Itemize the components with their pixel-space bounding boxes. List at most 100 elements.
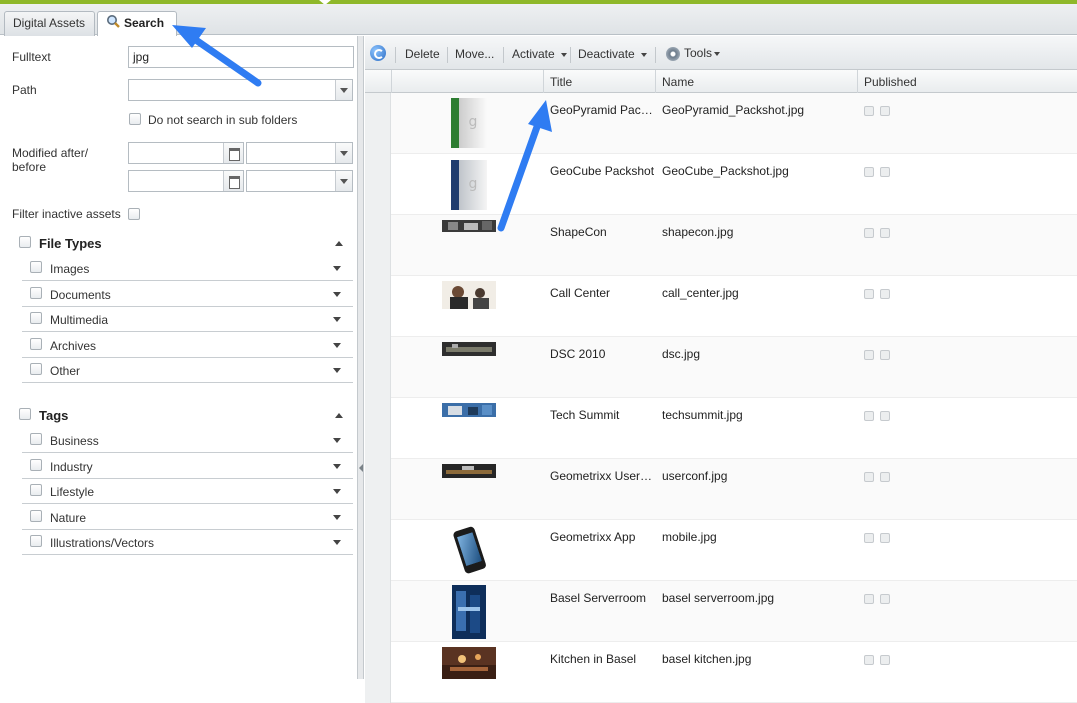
facet-checkbox[interactable]	[30, 312, 42, 324]
tools-button[interactable]: Tools	[666, 46, 721, 61]
row-handle	[365, 215, 391, 276]
modified-after-date-field[interactable]	[128, 142, 244, 164]
facet-lifestyle[interactable]: Lifestyle	[22, 479, 353, 504]
photo-thumbnail	[452, 585, 486, 642]
published-checkbox	[880, 167, 890, 177]
calendar-icon[interactable]	[223, 171, 243, 191]
table-row[interactable]: g GeoPyramid Pack… GeoPyramid_Packshot.j…	[365, 93, 1077, 154]
delete-button[interactable]: Delete	[405, 47, 440, 61]
collapse-icon[interactable]	[335, 413, 343, 418]
collapse-left-icon[interactable]	[359, 464, 363, 472]
expand-icon[interactable]	[333, 292, 341, 297]
facet-checkbox[interactable]	[30, 535, 42, 547]
facet-checkbox[interactable]	[30, 510, 42, 522]
facet-other[interactable]: Other	[22, 358, 353, 383]
facet-checkbox[interactable]	[30, 287, 42, 299]
expand-icon[interactable]	[333, 489, 341, 494]
table-row[interactable]: Geometrixx User … userconf.jpg	[365, 459, 1077, 520]
published-checkbox	[880, 411, 890, 421]
expand-icon[interactable]	[333, 438, 341, 443]
expand-icon[interactable]	[333, 368, 341, 373]
facet-checkbox[interactable]	[30, 261, 42, 273]
expand-icon[interactable]	[333, 266, 341, 271]
inactive-checkbox[interactable]	[128, 208, 140, 220]
tab-search[interactable]: Search	[97, 11, 177, 37]
facet-documents[interactable]: Documents	[22, 282, 353, 307]
published-checkbox	[864, 106, 874, 116]
column-header-title[interactable]: Title	[550, 75, 572, 89]
fulltext-label: Fulltext	[12, 50, 51, 64]
table-row[interactable]: Call Center call_center.jpg	[365, 276, 1077, 337]
modified-before-time-field[interactable]	[246, 170, 353, 192]
published-checkbox	[880, 594, 890, 604]
path-combo[interactable]	[128, 79, 353, 101]
file-types-title: File Types	[39, 236, 102, 251]
expand-icon[interactable]	[333, 343, 341, 348]
expand-icon[interactable]	[333, 515, 341, 520]
table-row[interactable]: Geometrixx App mobile.jpg	[365, 520, 1077, 581]
tab-digital-assets[interactable]: Digital Assets	[4, 11, 95, 36]
fulltext-input[interactable]: jpg	[128, 46, 354, 68]
modified-after-time-field[interactable]	[246, 142, 353, 164]
table-row[interactable]: ShapeCon shapecon.jpg	[365, 215, 1077, 276]
chevron-down-icon[interactable]	[335, 80, 352, 100]
asset-title: Geometrixx App	[550, 530, 636, 544]
table-row[interactable]: Tech Summit techsummit.jpg	[365, 398, 1077, 459]
refresh-icon[interactable]	[370, 45, 386, 61]
path-label: Path	[12, 83, 37, 97]
toolbar-separator	[395, 47, 396, 63]
chevron-down-icon[interactable]	[335, 143, 352, 163]
column-header-published[interactable]: Published	[864, 75, 917, 89]
row-handle	[365, 276, 391, 337]
results-grid: g GeoPyramid Pack… GeoPyramid_Packshot.j…	[365, 93, 1077, 703]
toolbar-separator	[655, 47, 656, 63]
facet-multimedia[interactable]: Multimedia	[22, 307, 353, 332]
panel-splitter[interactable]	[358, 36, 364, 679]
row-handle	[365, 398, 391, 459]
svg-text:g: g	[469, 114, 478, 130]
chevron-down-icon[interactable]	[335, 171, 352, 191]
facet-checkbox[interactable]	[30, 459, 42, 471]
file-types-checkbox[interactable]	[19, 236, 31, 248]
facet-illustrations[interactable]: Illustrations/Vectors	[22, 530, 353, 555]
table-row[interactable]: DSC 2010 dsc.jpg	[365, 337, 1077, 398]
facet-images[interactable]: Images	[22, 256, 353, 281]
facet-nature[interactable]: Nature	[22, 505, 353, 530]
column-header-name[interactable]: Name	[662, 75, 694, 89]
inactive-label: Filter inactive assets	[12, 207, 121, 221]
move-button[interactable]: Move...	[455, 47, 494, 61]
deactivate-button[interactable]: Deactivate	[578, 47, 647, 61]
tab-label: Search	[124, 16, 165, 30]
published-checkbox	[864, 167, 874, 177]
facet-checkbox[interactable]	[30, 484, 42, 496]
expand-icon[interactable]	[333, 317, 341, 322]
tags-header[interactable]: Tags	[12, 405, 353, 427]
published-checkbox	[880, 289, 890, 299]
published-checkbox	[880, 472, 890, 482]
facet-checkbox[interactable]	[30, 363, 42, 375]
collapse-icon[interactable]	[335, 241, 343, 246]
tags-checkbox[interactable]	[19, 408, 31, 420]
published-checkbox	[880, 106, 890, 116]
subfolders-checkbox[interactable]	[129, 113, 141, 125]
table-row[interactable]: Kitchen in Basel basel kitchen.jpg	[365, 642, 1077, 703]
expand-icon[interactable]	[333, 464, 341, 469]
file-types-header[interactable]: File Types	[12, 233, 353, 255]
calendar-icon[interactable]	[223, 143, 243, 163]
facet-label: Industry	[50, 460, 93, 474]
facet-industry[interactable]: Industry	[22, 454, 353, 479]
modified-label-line1: Modified after/	[12, 146, 89, 160]
modified-before-date-field[interactable]	[128, 170, 244, 192]
facet-archives[interactable]: Archives	[22, 333, 353, 358]
facet-checkbox[interactable]	[30, 338, 42, 350]
table-row[interactable]: g GeoCube Packshot GeoCube_Packshot.jpg	[365, 154, 1077, 215]
facet-label: Business	[50, 434, 99, 448]
facet-checkbox[interactable]	[30, 433, 42, 445]
activate-button[interactable]: Activate	[512, 47, 567, 61]
caret-down-icon	[714, 51, 721, 56]
table-row[interactable]: Basel Serverroom basel serverroom.jpg	[365, 581, 1077, 642]
facet-business[interactable]: Business	[22, 428, 353, 453]
expand-icon[interactable]	[333, 540, 341, 545]
asset-title: Basel Serverroom	[550, 591, 647, 605]
facet-label: Nature	[50, 511, 87, 525]
